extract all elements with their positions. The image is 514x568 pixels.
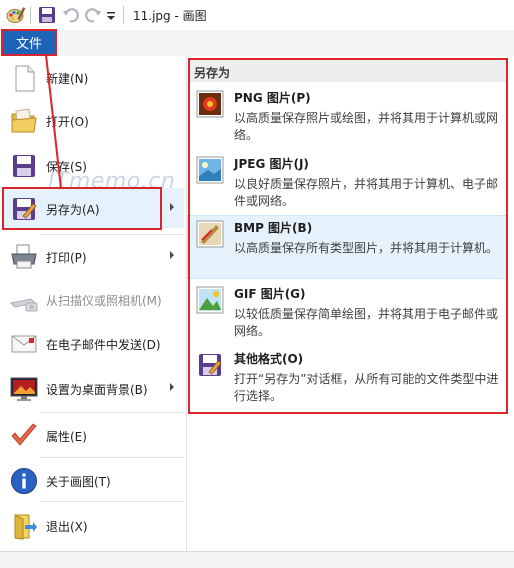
- menu-item-open[interactable]: 打开(O): [2, 100, 184, 140]
- menu-divider: [40, 457, 184, 458]
- new-document-icon: [15, 65, 35, 92]
- menu-item-new[interactable]: 新建(N): [2, 57, 184, 97]
- title-bar: 11.jpg - 画图: [0, 0, 514, 30]
- undo-icon[interactable]: [62, 6, 80, 24]
- ribbon-tab-row: [0, 30, 514, 57]
- submenu-arrow-icon: [170, 203, 174, 211]
- save-disk-icon: [13, 155, 35, 177]
- menu-item-properties[interactable]: 属性(E): [2, 415, 184, 455]
- save-icon[interactable]: [38, 6, 56, 24]
- submenu-arrow-icon: [170, 383, 174, 391]
- checkmark-icon: [11, 423, 37, 446]
- scanner-camera-icon: [9, 298, 38, 312]
- email-icon: [11, 335, 37, 353]
- menu-item-scan[interactable]: 从扫描仪或照相机(M): [2, 279, 184, 319]
- menu-item-print[interactable]: 打印(P): [2, 236, 184, 276]
- menu-item-label: 在电子邮件中发送(D): [46, 338, 161, 352]
- menu-item-label: 退出(X): [46, 520, 88, 534]
- menu-divider: [40, 234, 184, 235]
- desktop-background-icon: [10, 377, 38, 401]
- menu-item-desktop-background[interactable]: 设置为桌面背景(B): [2, 368, 184, 408]
- menu-item-label: 从扫描仪或照相机(M): [46, 294, 162, 308]
- status-bar: [0, 551, 514, 568]
- annotation-box-save-as: [2, 187, 162, 230]
- menu-item-label: 打印(P): [46, 251, 87, 265]
- submenu-arrow-icon: [170, 251, 174, 259]
- open-folder-icon: [11, 108, 37, 133]
- info-icon: [11, 468, 37, 494]
- menu-item-email[interactable]: 在电子邮件中发送(D): [2, 323, 184, 363]
- paint-app-icon: [6, 7, 26, 23]
- menu-item-label: 设置为桌面背景(B): [46, 383, 148, 397]
- menu-item-label: 新建(N): [46, 72, 89, 86]
- menu-item-about[interactable]: 关于画图(T): [2, 460, 184, 500]
- customize-toolbar-icon[interactable]: [106, 6, 116, 24]
- menu-item-label: 属性(E): [46, 430, 87, 444]
- menu-item-exit[interactable]: 退出(X): [2, 505, 184, 545]
- annotation-box-submenu: [188, 58, 508, 414]
- menu-divider: [40, 501, 184, 502]
- menu-divider: [40, 412, 184, 413]
- menu-item-label: 关于画图(T): [46, 475, 111, 489]
- toolbar-separator: [30, 6, 31, 24]
- toolbar-separator: [123, 6, 124, 24]
- window-title: 11.jpg - 画图: [133, 9, 207, 23]
- exit-icon: [14, 514, 37, 540]
- redo-icon[interactable]: [84, 6, 102, 24]
- file-tab[interactable]: 文件: [1, 29, 57, 56]
- printer-icon: [11, 244, 37, 269]
